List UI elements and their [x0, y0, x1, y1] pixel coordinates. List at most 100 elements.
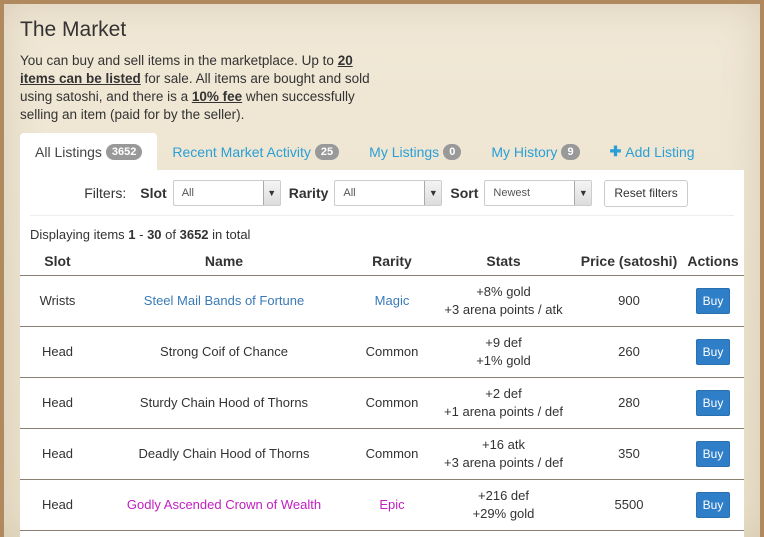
item-stats: +9 def +1% gold	[431, 326, 576, 378]
summary-of: of	[161, 227, 180, 242]
item-price: 5500	[576, 479, 682, 531]
column-header-stats[interactable]: Stats	[431, 248, 576, 276]
divider	[30, 215, 734, 216]
item-price: 350	[576, 428, 682, 480]
table-row: Head Deadly Chain Hood of Thorns Common …	[20, 428, 744, 480]
chevron-down-icon: ▼	[574, 181, 592, 205]
table-row: Head Sturdy Chain Hood of Thorns Common …	[20, 377, 744, 429]
tab-recent-market-activity[interactable]: Recent Market Activity 25	[157, 133, 354, 170]
summary-suffix: in total	[208, 227, 251, 242]
table-row: Head Strong Coif of Chance Common +9 def…	[20, 326, 744, 378]
rarity-selected-value: All	[343, 187, 356, 199]
chevron-down-icon: ▼	[424, 181, 442, 205]
item-actions: Buy	[682, 326, 744, 378]
item-actions: Buy	[682, 275, 744, 327]
results-summary: Displaying items 1 - 30 of 3652 in total	[30, 227, 250, 242]
summary-from: 1	[128, 227, 136, 242]
tab-my-history[interactable]: My History 9	[476, 133, 594, 170]
sort-selected-value: Newest	[493, 187, 531, 199]
item-stat: +216 def	[478, 487, 529, 503]
item-slot: Wrists	[20, 275, 95, 327]
item-price: 900	[576, 275, 682, 327]
column-header-rarity[interactable]: Rarity	[353, 248, 431, 276]
item-stat: +3 arena points / def	[444, 454, 563, 470]
item-rarity: Common	[353, 326, 431, 378]
filters-label: Filters:	[84, 185, 127, 201]
item-stat: +1 arena points / def	[444, 403, 563, 419]
filters-bar: Filters: Slot All ▼ Rarity All ▼ Sort Ne…	[20, 179, 744, 207]
count-badge: 9	[561, 143, 580, 160]
column-header-slot[interactable]: Slot	[20, 248, 95, 276]
buy-button[interactable]: Buy	[695, 287, 731, 314]
buy-button[interactable]: Buy	[695, 389, 731, 416]
table-row: Head Godly Ascended Crown of Wealth Epic…	[20, 479, 744, 531]
tab-label: My History	[491, 143, 558, 160]
item-slot: Head	[20, 428, 95, 480]
item-stats: +16 atk +3 arena points / def	[431, 428, 576, 480]
tab-label: Add Listing	[625, 143, 695, 160]
count-badge: 25	[314, 143, 340, 160]
item-name: Strong Coif of Chance	[95, 326, 353, 378]
chevron-down-icon: ▼	[262, 181, 280, 205]
column-header-name[interactable]: Name	[95, 248, 353, 276]
summary-total: 3652	[179, 227, 209, 242]
item-stat: +8% gold	[476, 283, 531, 299]
item-stat: +2 def	[485, 385, 522, 401]
item-stat: +3 arena points / atk	[444, 301, 563, 317]
buy-button[interactable]: Buy	[695, 440, 731, 467]
column-header-actions: Actions	[682, 248, 744, 276]
item-slot: Head	[20, 326, 95, 378]
rarity-select[interactable]: All ▼	[334, 180, 443, 206]
item-stats: +8% gold +3 arena points / atk	[431, 275, 576, 327]
rarity-label: Rarity	[288, 185, 329, 201]
tab-label: My Listings	[369, 143, 440, 160]
buy-button[interactable]: Buy	[695, 491, 731, 518]
table-header-row: Slot Name Rarity Stats Price (satoshi) A…	[20, 248, 744, 276]
item-rarity: Magic	[353, 275, 431, 327]
item-slot: Head	[20, 377, 95, 429]
item-name: Sturdy Chain Hood of Thorns	[95, 377, 353, 429]
listings-panel: Filters: Slot All ▼ Rarity All ▼ Sort Ne…	[20, 170, 744, 537]
item-actions: Buy	[682, 428, 744, 480]
item-rarity: Common	[353, 377, 431, 429]
intro-part-1: You can buy and sell items in the market…	[20, 53, 338, 68]
intro-fee: 10% fee	[191, 89, 243, 104]
reset-filters-button[interactable]: Reset filters	[604, 179, 688, 207]
intro-text: You can buy and sell items in the market…	[20, 52, 380, 124]
sort-select[interactable]: Newest ▼	[484, 180, 593, 206]
item-stat: +16 atk	[481, 436, 525, 452]
item-price: 280	[576, 377, 682, 429]
column-header-price[interactable]: Price (satoshi)	[576, 248, 682, 276]
item-stats: +216 def +29% gold	[431, 479, 576, 531]
slot-select[interactable]: All ▼	[172, 180, 281, 206]
buy-button[interactable]: Buy	[695, 338, 731, 365]
count-badge: 0	[443, 143, 462, 160]
item-stat: +29% gold	[472, 505, 535, 521]
item-price: 260	[576, 326, 682, 378]
slot-selected-value: All	[181, 187, 194, 199]
add-listing-link[interactable]: ✚ Add Listing	[595, 133, 710, 170]
table-row: Wrists Steel Mail Bands of Fortune Magic…	[20, 275, 744, 327]
count-badge: 3652	[105, 143, 143, 160]
item-rarity: Common	[353, 428, 431, 480]
page-title: The Market	[20, 18, 127, 41]
listings-table: Slot Name Rarity Stats Price (satoshi) A…	[20, 248, 744, 531]
item-name: Deadly Chain Hood of Thorns	[95, 428, 353, 480]
item-rarity: Epic	[353, 479, 431, 531]
item-actions: Buy	[682, 479, 744, 531]
tab-label: Recent Market Activity	[172, 143, 311, 160]
summary-dash: -	[135, 227, 148, 242]
item-stat: +1% gold	[476, 352, 531, 368]
tab-my-listings[interactable]: My Listings 0	[354, 133, 476, 170]
item-name: Steel Mail Bands of Fortune	[95, 275, 353, 327]
tab-all-listings[interactable]: All Listings 3652	[20, 133, 158, 170]
item-stat: +9 def	[485, 334, 522, 350]
sort-label: Sort	[450, 185, 479, 201]
item-stats: +2 def +1 arena points / def	[431, 377, 576, 429]
tab-label: All Listings	[35, 143, 102, 160]
slot-label: Slot	[140, 185, 167, 201]
plus-icon: ✚	[609, 143, 622, 159]
summary-to: 30	[147, 227, 162, 242]
item-actions: Buy	[682, 377, 744, 429]
market-tabs: All Listings 3652 Recent Market Activity…	[20, 133, 744, 170]
